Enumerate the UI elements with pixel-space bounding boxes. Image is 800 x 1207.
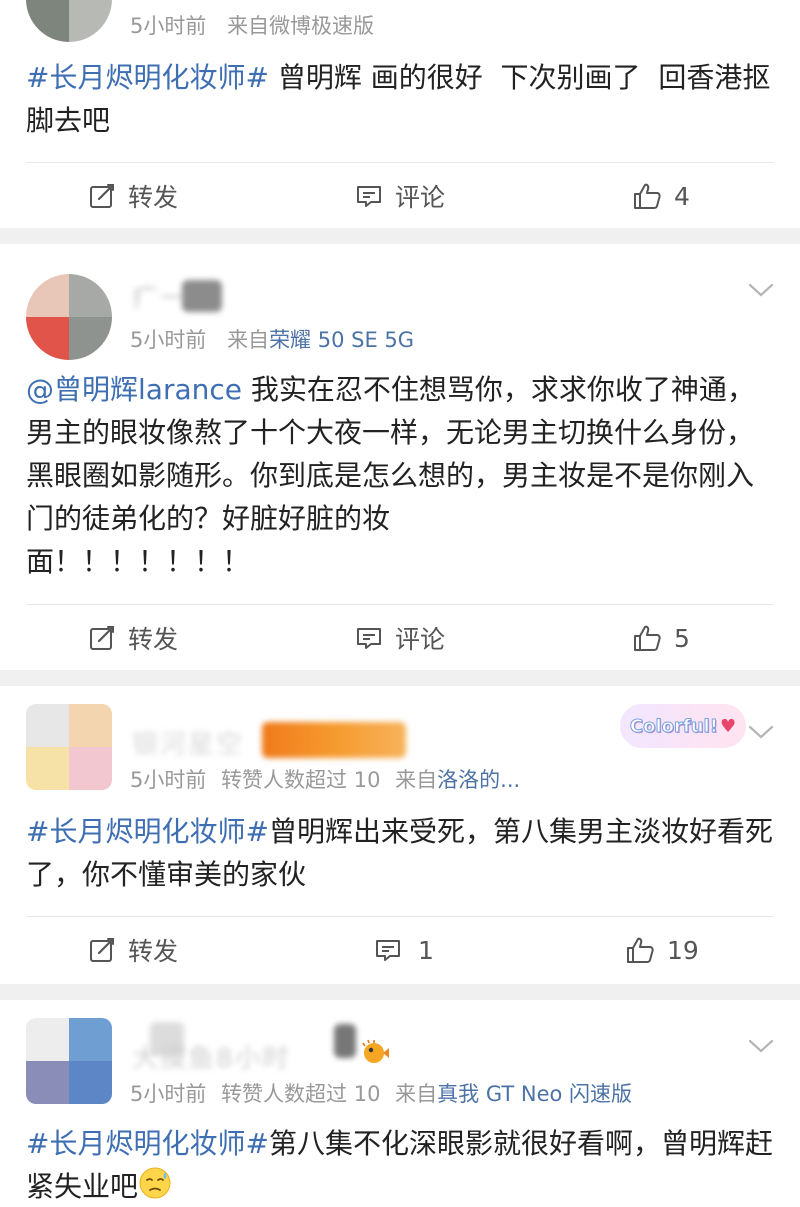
source-prefix: 来自 [395, 1082, 438, 1106]
username-mask [262, 722, 406, 758]
comment-label: 评论 [395, 625, 446, 654]
topic-tag[interactable]: #长月烬明化妆师# [26, 815, 269, 848]
post-text: @曾明辉larance 我实在忍不住想骂你，求求你收了神通，男主的眼妆像熬了十个… [26, 368, 776, 583]
comment-button[interactable]: 评论 [355, 176, 445, 216]
thumb-up-icon [632, 623, 662, 653]
post-meta: 5小时前 转赞人数超过 10 来自洛洛的... [130, 764, 520, 794]
post-meta: 5小时前 来自微博极速版 [130, 10, 374, 40]
repost-label: 转发 [128, 937, 179, 966]
repost-button[interactable]: 转发 [88, 176, 178, 216]
post-meta: 5小时前 转赞人数超过 10 来自真我 GT Neo 闪速版 [130, 1078, 632, 1108]
edit-icon [88, 936, 116, 964]
repost-label: 转发 [128, 183, 179, 212]
post-card[interactable]: 大摸鱼8小时 5小时前 转赞人数超过 10 来自真我 GT Neo 闪速版 #长… [0, 1000, 800, 1207]
post-source[interactable]: 荣耀 50 SE 5G [269, 328, 414, 352]
edit-icon [88, 624, 116, 652]
username-mask [334, 1024, 356, 1058]
username-mask [182, 280, 222, 312]
like-count: 5 [674, 623, 690, 653]
avatar[interactable] [26, 274, 112, 360]
comment-icon [374, 936, 402, 964]
post-card[interactable]: 疒一一 5小时前 来自荣耀 50 SE 5G @曾明辉larance 我实在忍不… [0, 244, 800, 670]
avatar[interactable] [26, 0, 112, 42]
like-count: 4 [674, 181, 690, 211]
post-source[interactable]: 真我 GT Neo 闪速版 [437, 1082, 632, 1106]
source-prefix: 来自 [395, 768, 438, 792]
edit-icon [88, 182, 116, 210]
source-prefix: 来自 [227, 14, 270, 38]
post-card[interactable]: 银河星空 Colorful! ♥ 5小时前 转赞人数超过 10 来自洛洛的...… [0, 686, 800, 984]
divider [26, 916, 774, 917]
repost-threshold: 转赞人数超过 10 [221, 1082, 381, 1106]
post-text: #长月烬明化妆师# 曾明辉 画的很好 下次别画了 回香港抠脚去吧 [26, 56, 776, 142]
avatar[interactable] [26, 704, 112, 790]
repost-threshold: 转赞人数超过 10 [221, 768, 381, 792]
repost-button[interactable]: 转发 [88, 930, 178, 970]
badge-label: Colorful! [629, 715, 718, 737]
comment-icon [355, 182, 383, 210]
post-source: 微博极速版 [269, 14, 375, 38]
divider [26, 604, 774, 605]
post-source[interactable]: 洛洛的... [437, 768, 520, 792]
post-time: 5小时前 [130, 768, 207, 792]
username[interactable]: 大摸鱼8小时 [132, 1038, 291, 1075]
avatar[interactable] [26, 1018, 112, 1104]
colorful-badge: Colorful! ♥ [620, 704, 746, 748]
source-prefix: 来自 [227, 328, 270, 352]
post-text: #长月烬明化妆师#第八集不化深眼影就很好看啊，曾明辉赶紧失业吧 [26, 1122, 776, 1207]
comment-icon [355, 624, 383, 652]
heart-icon: ♥ [719, 715, 737, 737]
post-time: 5小时前 [130, 328, 207, 352]
topic-tag[interactable]: #长月烬明化妆师# [26, 1127, 269, 1160]
chevron-down-icon[interactable] [748, 1038, 774, 1054]
like-button[interactable]: 4 [632, 176, 690, 216]
chevron-down-icon[interactable] [748, 282, 774, 298]
like-button[interactable]: 19 [625, 930, 699, 970]
comment-count: 1 [418, 935, 434, 965]
like-button[interactable]: 5 [632, 618, 690, 658]
comment-label: 评论 [395, 183, 446, 212]
username[interactable]: 银河星空 [132, 724, 244, 761]
post-card[interactable]: 5小时前 来自微博极速版 #长月烬明化妆师# 曾明辉 画的很好 下次别画了 回香… [0, 0, 800, 228]
topic-tag[interactable]: #长月烬明化妆师# [26, 61, 269, 94]
thumb-up-icon [632, 181, 662, 211]
thumb-up-icon [625, 935, 655, 965]
pufferfish-icon [362, 1039, 389, 1063]
post-text: #长月烬明化妆师#曾明辉出来受死，第八集男主淡妆好看死了，你不懂审美的家伙 [26, 810, 776, 896]
sweat-emoji-icon [139, 1167, 171, 1199]
comment-button[interactable]: 1 [374, 930, 434, 970]
post-time: 5小时前 [130, 14, 207, 38]
comment-button[interactable]: 评论 [355, 618, 445, 658]
like-count: 19 [667, 935, 699, 965]
repost-label: 转发 [128, 625, 179, 654]
user-mention[interactable]: @曾明辉larance [26, 373, 242, 406]
repost-button[interactable]: 转发 [88, 618, 178, 658]
post-meta: 5小时前 来自荣耀 50 SE 5G [130, 324, 414, 354]
divider [26, 162, 774, 163]
post-time: 5小时前 [130, 1082, 207, 1106]
chevron-down-icon[interactable] [748, 724, 774, 740]
